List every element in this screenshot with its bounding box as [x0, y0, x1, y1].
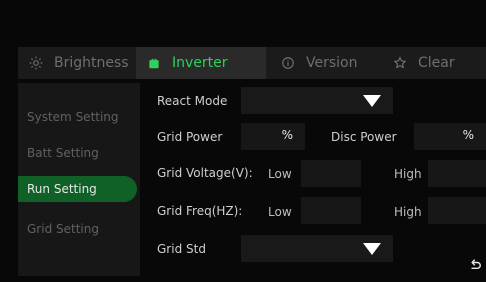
grid-freq-low-label: Low [268, 205, 292, 219]
grid-voltage-label: Grid Voltage(V): [157, 166, 253, 180]
chevron-down-icon [363, 243, 381, 255]
grid-freq-high-label: High [394, 205, 422, 219]
sidebar-item-system-setting[interactable]: System Setting [27, 110, 119, 124]
sidebar-item-label: Batt Setting [27, 146, 99, 160]
grid-voltage-high-label: High [394, 167, 422, 181]
tab-version-label: Version [306, 55, 358, 71]
grid-freq-low-input[interactable] [301, 197, 361, 224]
disc-power-input[interactable]: % [414, 123, 486, 150]
tab-inverter-label: Inverter [172, 55, 228, 71]
disc-power-unit: % [462, 128, 474, 142]
tab-bar: Brightness Inverter Version Clear [18, 47, 486, 79]
grid-voltage-low-input[interactable] [301, 160, 361, 187]
top-strip [0, 0, 486, 40]
screen: Brightness Inverter Version Clear System… [0, 0, 486, 282]
settings-sidebar: System Setting Batt Setting Run Setting … [18, 83, 140, 276]
sidebar-item-run-setting[interactable]: Run Setting [18, 176, 137, 202]
sidebar-item-batt-setting[interactable]: Batt Setting [27, 146, 99, 160]
tab-brightness[interactable]: Brightness [18, 47, 132, 79]
grid-power-input[interactable]: % [241, 123, 305, 150]
grid-std-dropdown[interactable] [241, 235, 393, 262]
grid-voltage-high-input[interactable] [428, 160, 486, 187]
star-icon [392, 55, 408, 71]
tab-clear[interactable]: Clear [382, 47, 486, 79]
sidebar-item-label: System Setting [27, 110, 119, 124]
grid-power-label: Grid Power [157, 130, 223, 144]
grid-voltage-low-label: Low [268, 167, 292, 181]
sidebar-item-label: Grid Setting [27, 222, 99, 236]
grid-std-label: Grid Std [157, 242, 206, 256]
battery-icon [146, 55, 162, 71]
chevron-down-icon [363, 95, 381, 107]
grid-power-unit: % [281, 128, 293, 142]
grid-freq-label: Grid Freq(HZ): [157, 204, 243, 218]
react-mode-label: React Mode [157, 94, 228, 108]
tab-brightness-label: Brightness [54, 55, 129, 71]
back-icon[interactable] [468, 258, 482, 272]
grid-freq-high-input[interactable] [428, 197, 486, 224]
sun-icon [28, 55, 44, 71]
disc-power-label: Disc Power [331, 130, 397, 144]
info-icon [280, 55, 296, 71]
sidebar-item-grid-setting[interactable]: Grid Setting [27, 222, 99, 236]
tab-version[interactable]: Version [270, 47, 378, 79]
tab-clear-label: Clear [418, 55, 455, 71]
tab-inverter[interactable]: Inverter [136, 47, 266, 79]
react-mode-dropdown[interactable] [241, 87, 393, 114]
sidebar-item-label: Run Setting [27, 182, 97, 196]
